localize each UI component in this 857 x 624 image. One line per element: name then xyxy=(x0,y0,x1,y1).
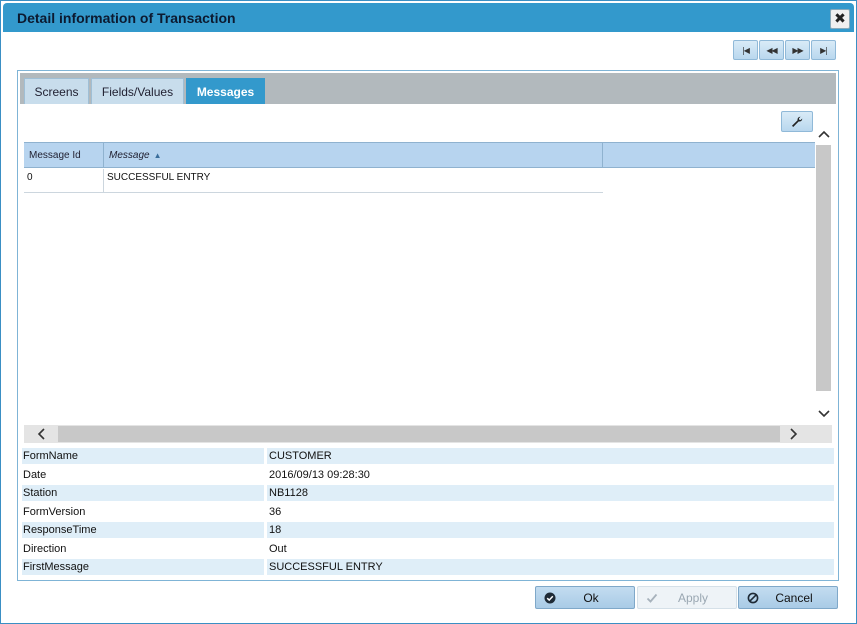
property-value: NB1128 xyxy=(267,485,834,501)
scroll-down-icon[interactable] xyxy=(816,405,831,423)
record-navigation: |◀ ◀◀ ▶▶ ▶| xyxy=(733,40,836,60)
column-header-label: Message Id xyxy=(29,150,81,161)
horizontal-scrollbar[interactable] xyxy=(24,425,832,443)
tab-fields-values[interactable]: Fields/Values xyxy=(91,78,184,104)
property-key: FormName xyxy=(22,448,264,464)
property-value: SUCCESSFUL ENTRY xyxy=(267,559,834,575)
grid-tools-button[interactable] xyxy=(781,111,813,132)
next-icon: ▶▶ xyxy=(792,45,803,55)
first-icon: |◀ xyxy=(742,45,750,55)
property-value: 2016/09/13 09:28:30 xyxy=(269,468,370,481)
scroll-left-icon[interactable] xyxy=(27,425,55,443)
scroll-up-icon[interactable] xyxy=(816,125,831,143)
tab-screens[interactable]: Screens xyxy=(24,78,89,104)
property-row: Station NB1128 xyxy=(22,485,834,504)
title-bar[interactable]: Detail information of Transaction ✖ xyxy=(3,3,854,32)
property-value: 36 xyxy=(269,505,282,518)
table-row[interactable]: 0 SUCCESSFUL ENTRY xyxy=(24,169,603,193)
cell-message-id: 0 xyxy=(24,169,104,192)
cancel-button[interactable]: Cancel xyxy=(738,586,838,609)
previous-icon: ◀◀ xyxy=(766,45,777,55)
property-key: Date xyxy=(23,468,47,481)
property-row: Date 2016/09/13 09:28:30 xyxy=(22,467,834,486)
property-key: FirstMessage xyxy=(22,559,264,575)
next-record-button[interactable]: ▶▶ xyxy=(785,40,810,60)
property-row: FormVersion 36 xyxy=(22,504,834,523)
property-row: FirstMessage SUCCESSFUL ENTRY xyxy=(22,559,834,578)
property-row: Direction Out xyxy=(22,541,834,560)
close-button[interactable]: ✖ xyxy=(830,9,850,29)
transaction-properties: FormName CUSTOMER Date 2016/09/13 09:28:… xyxy=(22,448,834,578)
scroll-right-icon[interactable] xyxy=(780,425,808,443)
last-icon: ▶| xyxy=(820,45,828,55)
ok-label: Ok xyxy=(583,590,599,605)
vertical-scroll-thumb[interactable] xyxy=(816,145,831,391)
previous-record-button[interactable]: ◀◀ xyxy=(759,40,784,60)
transaction-detail-dialog: Detail information of Transaction ✖ |◀ ◀… xyxy=(0,0,857,624)
detail-panel: Screens Fields/Values Messages Message I… xyxy=(17,70,839,581)
cell-message: SUCCESSFUL ENTRY xyxy=(107,172,211,183)
wrench-icon xyxy=(792,116,803,127)
horizontal-scroll-thumb[interactable] xyxy=(58,426,780,442)
close-icon: ✖ xyxy=(834,11,846,27)
column-header-message[interactable]: Message ▲ xyxy=(104,143,603,168)
tab-label: Fields/Values xyxy=(101,84,174,99)
apply-label: Apply xyxy=(677,590,709,605)
property-key: FormVersion xyxy=(23,505,86,518)
column-header-label: Message xyxy=(109,150,150,161)
tab-messages[interactable]: Messages xyxy=(186,78,265,104)
messages-grid: Message Id Message ▲ 0 SUCCESSFUL ENTRY xyxy=(24,142,815,425)
property-value: Out xyxy=(269,542,287,555)
first-record-button[interactable]: |◀ xyxy=(733,40,758,60)
last-record-button[interactable]: ▶| xyxy=(811,40,836,60)
property-key: Station xyxy=(22,485,264,501)
grid-header: Message Id Message ▲ xyxy=(24,142,815,168)
ok-button[interactable]: Ok xyxy=(535,586,635,609)
tab-label: Messages xyxy=(196,84,255,99)
property-value: 18 xyxy=(267,522,834,538)
tab-label: Screens xyxy=(34,84,79,99)
vertical-scrollbar[interactable] xyxy=(815,123,832,425)
cancel-label: Cancel xyxy=(775,590,813,605)
apply-button[interactable]: Apply xyxy=(637,586,737,609)
tab-strip: Screens Fields/Values Messages xyxy=(20,73,836,104)
property-row: ResponseTime 18 xyxy=(22,522,834,541)
column-header-message-id[interactable]: Message Id xyxy=(24,143,104,168)
property-value: CUSTOMER xyxy=(267,448,834,464)
property-key: ResponseTime xyxy=(22,522,264,538)
property-row: FormName CUSTOMER xyxy=(22,448,834,467)
sort-ascending-icon: ▲ xyxy=(153,151,162,160)
dialog-title: Detail information of Transaction xyxy=(17,10,236,26)
property-key: Direction xyxy=(23,542,67,555)
